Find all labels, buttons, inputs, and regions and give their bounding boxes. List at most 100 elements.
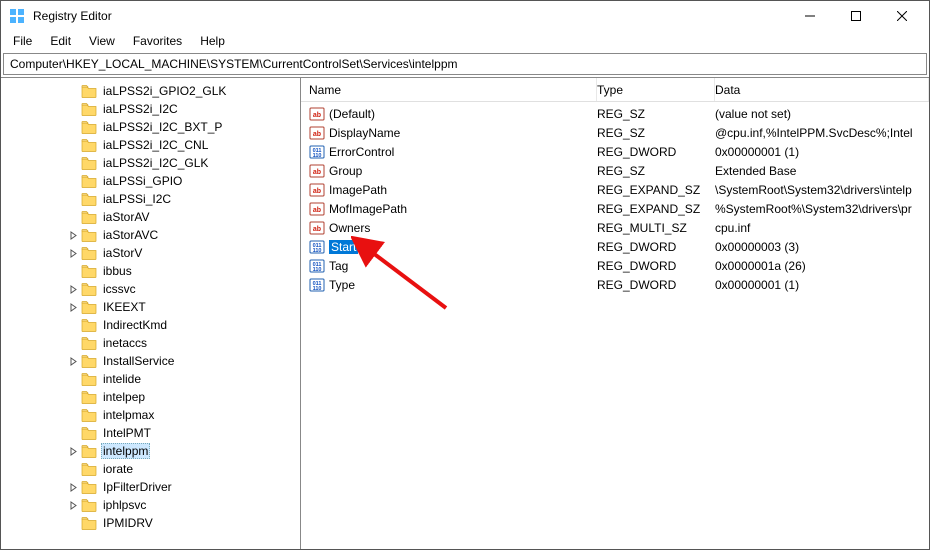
tree-item[interactable]: IKEEXT bbox=[1, 298, 301, 316]
value-row[interactable]: abGroupREG_SZExtended Base bbox=[301, 161, 929, 180]
tree-item[interactable]: iaLPSS2i_I2C bbox=[1, 100, 301, 118]
value-row[interactable]: 011110TypeREG_DWORD0x00000001 (1) bbox=[301, 275, 929, 294]
main-content: iaLPSS2i_GPIO2_GLKiaLPSS2i_I2CiaLPSS2i_I… bbox=[1, 77, 929, 549]
value-row[interactable]: abOwnersREG_MULTI_SZcpu.inf bbox=[301, 218, 929, 237]
tree-item[interactable]: iaLPSS2i_GPIO2_GLK bbox=[1, 82, 301, 100]
folder-icon bbox=[81, 282, 97, 296]
tree-item[interactable]: iaLPSSi_GPIO bbox=[1, 172, 301, 190]
tree-item-label: intelpmax bbox=[101, 408, 156, 422]
value-row[interactable]: ab(Default)REG_SZ(value not set) bbox=[301, 104, 929, 123]
value-type: REG_EXPAND_SZ bbox=[597, 202, 715, 216]
value-data: Extended Base bbox=[715, 164, 929, 178]
value-row[interactable]: abDisplayNameREG_SZ@cpu.inf,%IntelPPM.Sv… bbox=[301, 123, 929, 142]
value-name: Start bbox=[329, 240, 358, 254]
folder-icon bbox=[81, 246, 97, 260]
folder-icon bbox=[81, 228, 97, 242]
tree-item[interactable]: iaStorAVC bbox=[1, 226, 301, 244]
titlebar: Registry Editor bbox=[1, 1, 929, 31]
tree-item[interactable]: iaLPSS2i_I2C_CNL bbox=[1, 136, 301, 154]
tree-item[interactable]: iorate bbox=[1, 460, 301, 478]
column-header-type[interactable]: Type bbox=[597, 78, 715, 101]
value-type: REG_EXPAND_SZ bbox=[597, 183, 715, 197]
expander-icon[interactable] bbox=[65, 353, 81, 369]
folder-icon bbox=[81, 462, 97, 476]
tree-item-label: iaLPSS2i_GPIO2_GLK bbox=[101, 84, 228, 98]
address-bar[interactable]: Computer\HKEY_LOCAL_MACHINE\SYSTEM\Curre… bbox=[3, 53, 927, 75]
tree-item-label: iaLPSS2i_I2C_GLK bbox=[101, 156, 210, 170]
menu-favorites[interactable]: Favorites bbox=[125, 32, 190, 50]
window-controls bbox=[787, 1, 925, 31]
svg-text:ab: ab bbox=[313, 131, 321, 138]
tree-item-label: iaStorV bbox=[101, 246, 144, 260]
folder-icon bbox=[81, 408, 97, 422]
tree-item[interactable]: iaLPSSi_I2C bbox=[1, 190, 301, 208]
menu-edit[interactable]: Edit bbox=[42, 32, 79, 50]
string-value-icon: ab bbox=[309, 106, 325, 122]
folder-icon bbox=[81, 300, 97, 314]
value-name: (Default) bbox=[329, 107, 375, 121]
menu-view[interactable]: View bbox=[81, 32, 123, 50]
tree-item[interactable]: ibbus bbox=[1, 262, 301, 280]
close-button[interactable] bbox=[879, 1, 925, 31]
tree-item[interactable]: IndirectKmd bbox=[1, 316, 301, 334]
value-row[interactable]: abImagePathREG_EXPAND_SZ\SystemRoot\Syst… bbox=[301, 180, 929, 199]
value-type: REG_DWORD bbox=[597, 278, 715, 292]
expander-icon[interactable] bbox=[65, 443, 81, 459]
expander-icon[interactable] bbox=[65, 497, 81, 513]
tree-item[interactable]: intelide bbox=[1, 370, 301, 388]
list-panel: Name Type Data ab(Default)REG_SZ(value n… bbox=[301, 78, 929, 549]
menu-help[interactable]: Help bbox=[192, 32, 233, 50]
folder-icon bbox=[81, 498, 97, 512]
value-row[interactable]: 011110StartREG_DWORD0x00000003 (3) bbox=[301, 237, 929, 256]
tree-item[interactable]: iaLPSS2i_I2C_BXT_P bbox=[1, 118, 301, 136]
tree-item[interactable]: iaStorAV bbox=[1, 208, 301, 226]
menu-file[interactable]: File bbox=[5, 32, 40, 50]
tree-item-label: iaLPSSi_I2C bbox=[101, 192, 173, 206]
folder-icon bbox=[81, 192, 97, 206]
tree-panel[interactable]: iaLPSS2i_GPIO2_GLKiaLPSS2i_I2CiaLPSS2i_I… bbox=[1, 78, 301, 549]
value-name: MofImagePath bbox=[329, 202, 407, 216]
tree-item[interactable]: icssvc bbox=[1, 280, 301, 298]
tree-item[interactable]: intelppm bbox=[1, 442, 301, 460]
value-data: 0x0000001a (26) bbox=[715, 259, 929, 273]
tree-item[interactable]: intelpmax bbox=[1, 406, 301, 424]
tree-item[interactable]: inetaccs bbox=[1, 334, 301, 352]
tree-item[interactable]: IpFilterDriver bbox=[1, 478, 301, 496]
value-row[interactable]: 011110ErrorControlREG_DWORD0x00000001 (1… bbox=[301, 142, 929, 161]
tree-item[interactable]: iphlpsvc bbox=[1, 496, 301, 514]
menubar: File Edit View Favorites Help bbox=[1, 31, 929, 51]
string-value-icon: ab bbox=[309, 182, 325, 198]
tree-item[interactable]: InstallService bbox=[1, 352, 301, 370]
maximize-button[interactable] bbox=[833, 1, 879, 31]
folder-icon bbox=[81, 372, 97, 386]
expander-icon[interactable] bbox=[65, 299, 81, 315]
expander-icon[interactable] bbox=[65, 281, 81, 297]
expander-icon[interactable] bbox=[65, 479, 81, 495]
tree-item[interactable]: IntelPMT bbox=[1, 424, 301, 442]
tree-item-label: IntelPMT bbox=[101, 426, 153, 440]
column-header-name[interactable]: Name bbox=[301, 78, 597, 101]
tree-item[interactable]: intelpep bbox=[1, 388, 301, 406]
tree-item[interactable]: iaLPSS2i_I2C_GLK bbox=[1, 154, 301, 172]
string-value-icon: ab bbox=[309, 201, 325, 217]
expander-icon[interactable] bbox=[65, 227, 81, 243]
value-name: Owners bbox=[329, 221, 370, 235]
value-type: REG_SZ bbox=[597, 164, 715, 178]
value-type: REG_DWORD bbox=[597, 240, 715, 254]
expander-icon[interactable] bbox=[65, 245, 81, 261]
minimize-button[interactable] bbox=[787, 1, 833, 31]
list-header: Name Type Data bbox=[301, 78, 929, 102]
column-header-data[interactable]: Data bbox=[715, 78, 929, 101]
window-title: Registry Editor bbox=[33, 9, 787, 23]
folder-icon bbox=[81, 354, 97, 368]
tree-item[interactable]: IPMIDRV bbox=[1, 514, 301, 532]
value-name: ImagePath bbox=[329, 183, 387, 197]
tree-item[interactable]: iaStorV bbox=[1, 244, 301, 262]
tree-item-label: iaLPSSi_GPIO bbox=[101, 174, 184, 188]
value-row[interactable]: 011110TagREG_DWORD0x0000001a (26) bbox=[301, 256, 929, 275]
value-type: REG_DWORD bbox=[597, 145, 715, 159]
address-path: Computer\HKEY_LOCAL_MACHINE\SYSTEM\Curre… bbox=[10, 57, 458, 71]
value-row[interactable]: abMofImagePathREG_EXPAND_SZ%SystemRoot%\… bbox=[301, 199, 929, 218]
folder-icon bbox=[81, 156, 97, 170]
tree-item-label: iorate bbox=[101, 462, 135, 476]
